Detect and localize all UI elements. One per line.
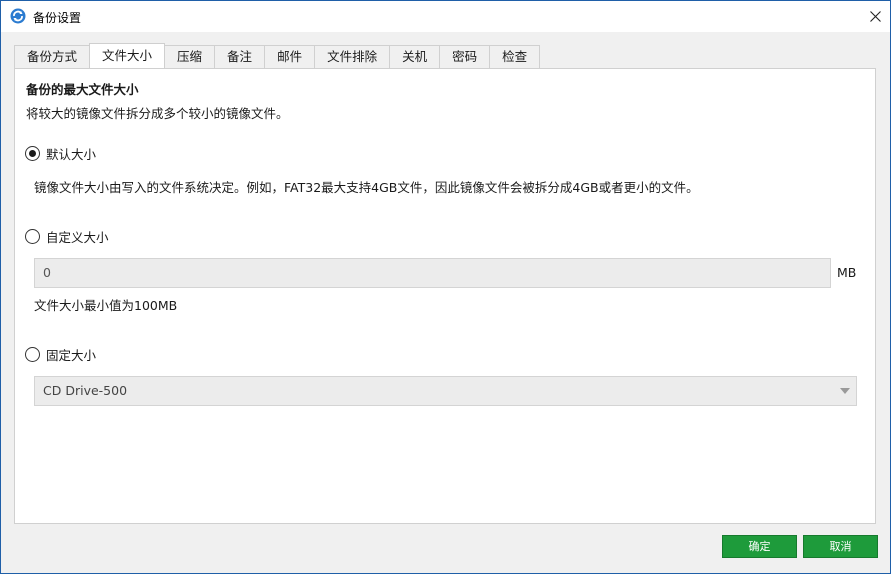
- app-logo-icon: [10, 8, 26, 24]
- tab-email[interactable]: 邮件: [264, 45, 316, 68]
- title-bar: 备份设置: [1, 1, 890, 32]
- default-size-radio[interactable]: [25, 146, 40, 161]
- fixed-size-label: 固定大小: [46, 348, 97, 363]
- default-size-info: 镜像文件大小由写入的文件系统决定。例如，FAT32最大支持4GB文件，因此镜像文…: [34, 180, 699, 195]
- tab-check[interactable]: 检查: [489, 45, 541, 68]
- tab-shutdown[interactable]: 关机: [389, 45, 441, 68]
- tab-compression[interactable]: 压缩: [164, 45, 216, 68]
- tab-file-exclusion[interactable]: 文件排除: [314, 45, 391, 68]
- custom-size-option[interactable]: 自定义大小: [25, 227, 109, 246]
- fixed-size-option[interactable]: 固定大小: [25, 345, 96, 364]
- fixed-size-radio[interactable]: [25, 347, 40, 362]
- file-size-panel: 备份的最大文件大小 将较大的镜像文件拆分成多个较小的镜像文件。 默认大小 镜像文…: [14, 68, 876, 524]
- default-size-label: 默认大小: [46, 147, 97, 162]
- cancel-button[interactable]: 取消: [803, 535, 878, 558]
- custom-size-label: 自定义大小: [46, 230, 109, 245]
- dropdown-arrow-icon: [840, 388, 850, 394]
- custom-size-radio[interactable]: [25, 229, 40, 244]
- ok-button[interactable]: 确定: [722, 535, 797, 558]
- minimum-size-hint: 文件大小最小值为100MB: [34, 298, 178, 313]
- tab-password[interactable]: 密码: [439, 45, 491, 68]
- default-size-option[interactable]: 默认大小: [25, 144, 96, 163]
- fixed-size-selected: CD Drive-500: [43, 383, 128, 398]
- section-title: 备份的最大文件大小: [26, 82, 139, 97]
- section-description: 将较大的镜像文件拆分成多个较小的镜像文件。: [26, 106, 289, 121]
- fixed-size-dropdown[interactable]: CD Drive-500: [34, 376, 857, 406]
- window-title: 备份设置: [33, 11, 82, 25]
- tab-comment[interactable]: 备注: [214, 45, 266, 68]
- tab-file-size[interactable]: 文件大小: [89, 43, 166, 68]
- custom-size-input[interactable]: 0: [34, 258, 831, 288]
- size-unit-label: MB: [837, 265, 857, 280]
- tab-backup-mode[interactable]: 备份方式: [14, 45, 91, 68]
- close-button[interactable]: [860, 1, 890, 32]
- tab-bar: 备份方式 文件大小 压缩 备注 邮件 文件排除 关机 密码 检查: [14, 43, 541, 68]
- close-icon: [869, 11, 881, 22]
- backup-settings-window: 备份设置 备份方式 文件大小 压缩 备注 邮件 文件排除 关机 密码 检查 备份…: [0, 0, 891, 574]
